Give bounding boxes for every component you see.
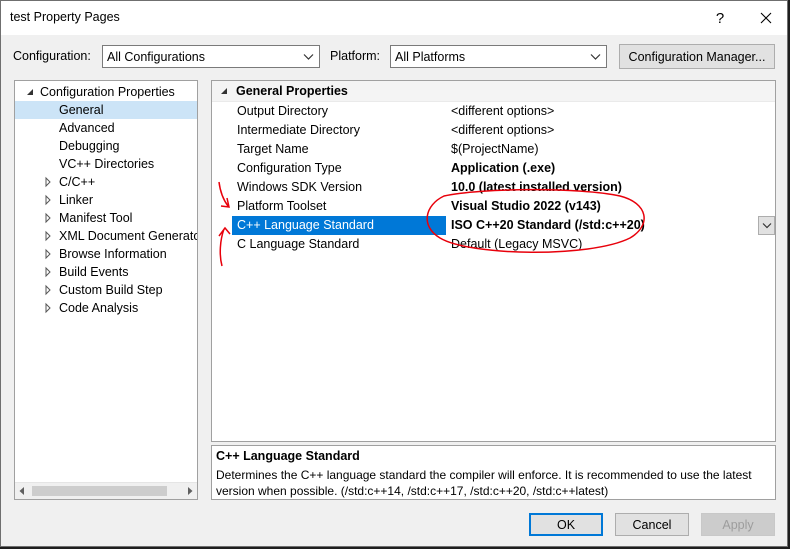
description-title: C++ Language Standard: [216, 449, 360, 463]
property-row[interactable]: Target Name $(ProjectName): [212, 140, 775, 159]
tree-item-label: VC++ Directories: [59, 157, 155, 171]
property-grid: General Properties Output Directory <diff…: [211, 80, 776, 442]
help-button[interactable]: ?: [697, 1, 743, 35]
property-name: Windows SDK Version: [237, 180, 363, 194]
property-name: Platform Toolset: [237, 199, 327, 213]
collapsed-arrow-icon[interactable]: [43, 212, 53, 224]
chevron-down-icon: [303, 54, 314, 60]
close-button[interactable]: [743, 1, 789, 35]
tree-item-label: Code Analysis: [59, 301, 139, 315]
chevron-down-icon: [762, 223, 772, 229]
configuration-dropdown[interactable]: All Configurations: [102, 45, 320, 68]
expanded-arrow-icon[interactable]: [25, 86, 35, 98]
tree-item-label: Browse Information: [59, 247, 167, 261]
property-name: Target Name: [237, 142, 309, 156]
tree-item-label: Debugging: [59, 139, 120, 153]
configuration-manager-button[interactable]: Configuration Manager...: [619, 44, 775, 69]
property-value[interactable]: ISO C++20 Standard (/std:c++20): [451, 218, 645, 232]
property-name: C++ Language Standard: [232, 216, 446, 235]
cancel-button[interactable]: Cancel: [615, 513, 689, 536]
close-icon: [760, 12, 772, 24]
tree-item-label: Configuration Properties: [40, 85, 175, 99]
property-value[interactable]: Visual Studio 2022 (v143): [451, 199, 601, 213]
tree-item[interactable]: Code Analysis: [15, 299, 197, 317]
tree-item-label: General: [59, 103, 104, 117]
section-header[interactable]: General Properties: [212, 81, 775, 102]
help-icon: ?: [715, 9, 725, 27]
property-name: C Language Standard: [237, 237, 360, 251]
tree-item-label: Build Events: [59, 265, 129, 279]
description-panel: C++ Language Standard Determines the C++…: [211, 445, 776, 500]
platform-dropdown[interactable]: All Platforms: [390, 45, 607, 68]
collapse-arrow-icon[interactable]: [219, 86, 229, 96]
tree-item[interactable]: Build Events: [15, 263, 197, 281]
property-value[interactable]: Default (Legacy MSVC): [451, 237, 582, 251]
tree-item[interactable]: XML Document Generator: [15, 227, 197, 245]
tree-item-label: Custom Build Step: [59, 283, 163, 297]
window-title: test Property Pages: [10, 10, 120, 24]
apply-button[interactable]: Apply: [701, 513, 775, 536]
tree-item[interactable]: VC++ Directories: [15, 155, 197, 173]
property-value[interactable]: <different options>: [451, 123, 554, 137]
scrollbar-thumb[interactable]: [32, 486, 167, 496]
configuration-value: All Configurations: [107, 50, 205, 64]
property-row[interactable]: C++ Language Standard ISO C++20 Standard …: [212, 216, 775, 235]
property-value[interactable]: Application (.exe): [451, 161, 555, 175]
property-row[interactable]: Windows SDK Version 10.0 (latest installe…: [212, 178, 775, 197]
tree-item[interactable]: Advanced: [15, 119, 197, 137]
settings-tree: Configuration Properties General Advanced D…: [14, 80, 198, 500]
collapsed-arrow-icon[interactable]: [43, 230, 53, 242]
collapsed-arrow-icon[interactable]: [43, 284, 53, 296]
tree-item[interactable]: Debugging: [15, 137, 197, 155]
collapsed-arrow-icon[interactable]: [43, 194, 53, 206]
tree-horizontal-scrollbar[interactable]: [15, 482, 197, 499]
chevron-down-icon: [590, 54, 601, 60]
section-title: General Properties: [236, 84, 348, 98]
tree-item[interactable]: Manifest Tool: [15, 209, 197, 227]
scroll-left-icon[interactable]: [18, 487, 26, 495]
property-name: Configuration Type: [237, 161, 342, 175]
collapsed-arrow-icon[interactable]: [43, 266, 53, 278]
property-pages-dialog: test Property Pages ? Configuration: All…: [0, 0, 788, 547]
tree-item[interactable]: Browse Information: [15, 245, 197, 263]
configuration-label: Configuration:: [13, 49, 91, 63]
platform-label: Platform:: [330, 49, 381, 63]
property-value[interactable]: 10.0 (latest installed version): [451, 180, 622, 194]
tree-item[interactable]: Linker: [15, 191, 197, 209]
property-name: Output Directory: [237, 104, 329, 118]
tree-item-label: Linker: [59, 193, 94, 207]
tree-item-label: C/C++: [59, 175, 96, 189]
ok-button[interactable]: OK: [529, 513, 603, 536]
property-row[interactable]: Configuration Type Application (.exe): [212, 159, 775, 178]
property-row[interactable]: Output Directory <different options>: [212, 102, 775, 121]
property-name: Intermediate Directory: [237, 123, 360, 137]
tree-item-label: Manifest Tool: [59, 211, 133, 225]
collapsed-arrow-icon[interactable]: [43, 302, 53, 314]
platform-value: All Platforms: [395, 50, 466, 64]
property-value[interactable]: $(ProjectName): [451, 142, 539, 156]
title-bar: test Property Pages ?: [1, 1, 787, 35]
collapsed-arrow-icon[interactable]: [43, 176, 53, 188]
tree-item[interactable]: Configuration Properties: [15, 83, 197, 101]
tree-item-label: XML Document Generator: [59, 229, 198, 243]
collapsed-arrow-icon[interactable]: [43, 248, 53, 260]
property-row[interactable]: C Language Standard Default (Legacy MSVC): [212, 235, 775, 254]
tree-item[interactable]: General: [15, 101, 197, 119]
property-value[interactable]: <different options>: [451, 104, 554, 118]
tree-item-label: Advanced: [59, 121, 115, 135]
description-text: Determines the C++ language standard the…: [216, 468, 752, 498]
property-row[interactable]: Intermediate Directory <different options…: [212, 121, 775, 140]
scroll-right-icon[interactable]: [186, 487, 194, 495]
value-dropdown-button[interactable]: [758, 216, 775, 235]
tree-item[interactable]: C/C++: [15, 173, 197, 191]
tree-item[interactable]: Custom Build Step: [15, 281, 197, 299]
property-row[interactable]: Platform Toolset Visual Studio 2022 (v143…: [212, 197, 775, 216]
